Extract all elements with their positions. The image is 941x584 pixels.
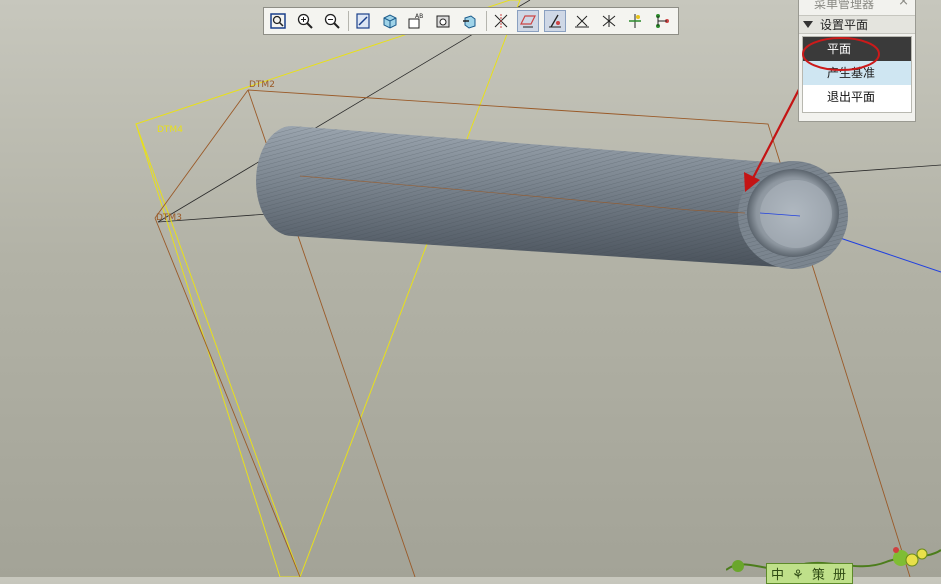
- toolbar-separator: [485, 11, 487, 31]
- view-toolbar: AB: [263, 7, 679, 35]
- svg-text:AB: AB: [415, 13, 423, 20]
- refit-button[interactable]: [267, 10, 289, 32]
- datum-label-dtm3: DTM3: [156, 213, 182, 223]
- repaint-icon: [356, 13, 370, 29]
- annotations-button[interactable]: [651, 10, 673, 32]
- decorative-banner-text: 中 ⚘ 策 册: [766, 563, 854, 584]
- saved-views-button[interactable]: AB: [405, 10, 427, 32]
- toolbar-separator: [347, 11, 349, 31]
- zoom-in-icon: [297, 13, 313, 29]
- spin-center-icon: [629, 14, 642, 28]
- spin-center-button[interactable]: [624, 10, 646, 32]
- zoom-out-button[interactable]: [321, 10, 343, 32]
- datum-label-dtm4: DTM4: [157, 125, 183, 135]
- model-setup-button[interactable]: [459, 10, 481, 32]
- zoom-in-button[interactable]: [294, 10, 316, 32]
- annotations-icon: [656, 14, 670, 28]
- model-setup-icon: [463, 15, 476, 29]
- datum-display-icon: [548, 14, 561, 28]
- datum-plane-dtm4[interactable]: [135, 0, 521, 577]
- datum-points-icon: [574, 15, 589, 28]
- pipe-model[interactable]: [256, 126, 848, 269]
- menu-section-label: 设置平面: [820, 18, 869, 32]
- collapse-triangle-icon: [803, 21, 813, 28]
- datum-planes-button[interactable]: [516, 10, 539, 32]
- orient-icon: [383, 14, 397, 29]
- datum-axes-icon: [494, 14, 508, 28]
- datum-label-dtm2: DTM2: [249, 80, 275, 90]
- saved-views-icon: AB: [408, 13, 424, 29]
- zoom-out-icon: [324, 13, 340, 29]
- highlight-circle: [802, 37, 880, 71]
- orient-button[interactable]: [378, 10, 400, 32]
- menu-section-header[interactable]: 设置平面: [799, 15, 915, 34]
- menu-item-exit-plane[interactable]: 退出平面: [803, 85, 911, 109]
- close-icon[interactable]: ×: [898, 0, 909, 9]
- datum-points-button[interactable]: [571, 10, 593, 32]
- menu-manager-title: 菜单管理器: [814, 0, 875, 11]
- repaint-button[interactable]: [352, 10, 374, 32]
- refit-icon: [270, 13, 286, 29]
- layers-button[interactable]: [432, 10, 454, 32]
- datum-planes-icon: [519, 15, 536, 28]
- datum-display-button[interactable]: [543, 10, 566, 32]
- coordinate-systems-icon: [602, 15, 615, 27]
- decorative-banner: 中 ⚘ 策 册: [726, 540, 941, 584]
- coordinate-systems-button[interactable]: [597, 10, 619, 32]
- datum-axes-button[interactable]: [490, 10, 512, 32]
- layers-icon: [436, 15, 450, 28]
